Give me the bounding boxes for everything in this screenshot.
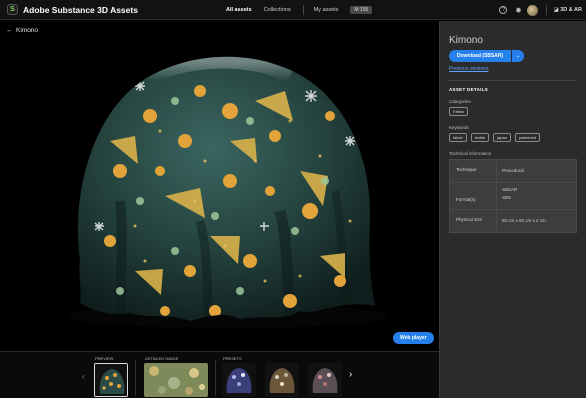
asset-details-heading: ASSET DETAILS bbox=[449, 87, 489, 92]
technical-info-table: Technique Procedural Format(s) SBSAR SBS… bbox=[449, 159, 577, 233]
keyword-tag[interactable]: textile bbox=[470, 133, 490, 142]
ar-label-text: 3D & AR bbox=[560, 7, 582, 13]
detailed-image-label: DETAILED IMAGE bbox=[145, 356, 179, 361]
nav-my-assets[interactable]: My assets bbox=[314, 7, 339, 13]
asset-details-panel: Kimono Download (SBSAR) ⌄ Previous versi… bbox=[439, 21, 586, 398]
help-icon[interactable]: ? bbox=[499, 6, 508, 14]
keywords-label: Keywords bbox=[449, 125, 469, 130]
nav-collections[interactable]: Collections bbox=[264, 7, 291, 13]
nav-divider bbox=[302, 5, 304, 15]
thumb-preset-1[interactable] bbox=[222, 363, 256, 397]
asset-title: Kimono bbox=[449, 35, 483, 46]
categories-list: Fabric bbox=[449, 107, 577, 118]
ar-label[interactable]: ◪ 3D & AR bbox=[553, 7, 582, 13]
table-row: Technique Procedural bbox=[450, 160, 576, 183]
download-button[interactable]: Download (SBSAR) bbox=[449, 50, 512, 62]
back-button[interactable]: ← Kimono bbox=[6, 27, 38, 34]
keyword-tag[interactable]: patterned bbox=[515, 133, 540, 142]
download-split-button: Download (SBSAR) ⌄ bbox=[449, 50, 577, 62]
app-title[interactable]: Adobe Substance 3D Assets bbox=[23, 5, 138, 15]
format-sbs: SBS bbox=[502, 195, 512, 200]
fabric-preview-render[interactable] bbox=[0, 21, 439, 351]
tech-value: Procedural bbox=[502, 168, 524, 173]
keyword-tag[interactable]: japan bbox=[493, 133, 512, 142]
presets-label: PRESETS bbox=[223, 356, 242, 361]
thumb-detailed-image[interactable] bbox=[144, 363, 208, 397]
main-nav: All assets Collections My assets M 195 bbox=[226, 0, 373, 20]
gear-icon[interactable]: ✹ bbox=[514, 6, 522, 15]
divider bbox=[449, 80, 577, 81]
keyword-tag[interactable]: fabric bbox=[449, 133, 467, 142]
chevron-right-icon[interactable]: › bbox=[349, 369, 352, 380]
previous-versions-link[interactable]: Previous versions bbox=[449, 66, 577, 72]
asset-viewer[interactable]: ← Kimono Web player bbox=[0, 21, 439, 351]
back-label: Kimono bbox=[16, 27, 39, 34]
keywords-list: fabric textile japan patterned bbox=[449, 133, 577, 144]
top-bar: S Adobe Substance 3D Assets All assets C… bbox=[0, 0, 586, 20]
back-arrow-icon: ← bbox=[6, 27, 13, 34]
chevron-down-icon[interactable]: ⌄ bbox=[512, 50, 525, 62]
thumb-preset-2[interactable] bbox=[265, 363, 299, 397]
tech-value: 60 cm x 60 cm x 2 cm bbox=[502, 218, 546, 223]
strip-divider bbox=[135, 360, 136, 396]
categories-label: Categories bbox=[449, 99, 471, 104]
tech-key: Format(s) bbox=[450, 183, 497, 209]
format-sbsar: SBSAR bbox=[502, 187, 518, 192]
thumb-preview[interactable] bbox=[94, 363, 128, 397]
technical-info-label: Technical information bbox=[449, 151, 492, 156]
thumb-preset-3[interactable] bbox=[308, 363, 342, 397]
top-bar-divider bbox=[546, 5, 548, 15]
category-tag[interactable]: Fabric bbox=[449, 107, 469, 116]
tech-value: SBSAR SBS bbox=[497, 183, 522, 209]
points-chip[interactable]: M 195 bbox=[350, 6, 373, 14]
substance-logo-icon[interactable]: S bbox=[7, 4, 18, 15]
table-row: Physical size 60 cm x 60 cm x 2 cm bbox=[450, 210, 576, 232]
tech-key: Physical size bbox=[450, 210, 497, 232]
table-row: Format(s) SBSAR SBS bbox=[450, 183, 576, 210]
nav-all-assets[interactable]: All assets bbox=[226, 7, 252, 13]
chevron-left-icon[interactable]: ‹ bbox=[82, 372, 85, 381]
top-bar-right: ? ✹ ◪ 3D & AR bbox=[492, 0, 582, 20]
preview-label: PREVIEW bbox=[95, 356, 114, 361]
thumbnail-strip: ‹ PREVIEW DETAILED IMAGE PRESETS › bbox=[0, 351, 439, 398]
web-player-button[interactable]: Web player bbox=[393, 332, 434, 344]
strip-divider bbox=[215, 360, 216, 396]
avatar[interactable] bbox=[527, 4, 539, 16]
tech-key: Technique bbox=[450, 160, 497, 182]
